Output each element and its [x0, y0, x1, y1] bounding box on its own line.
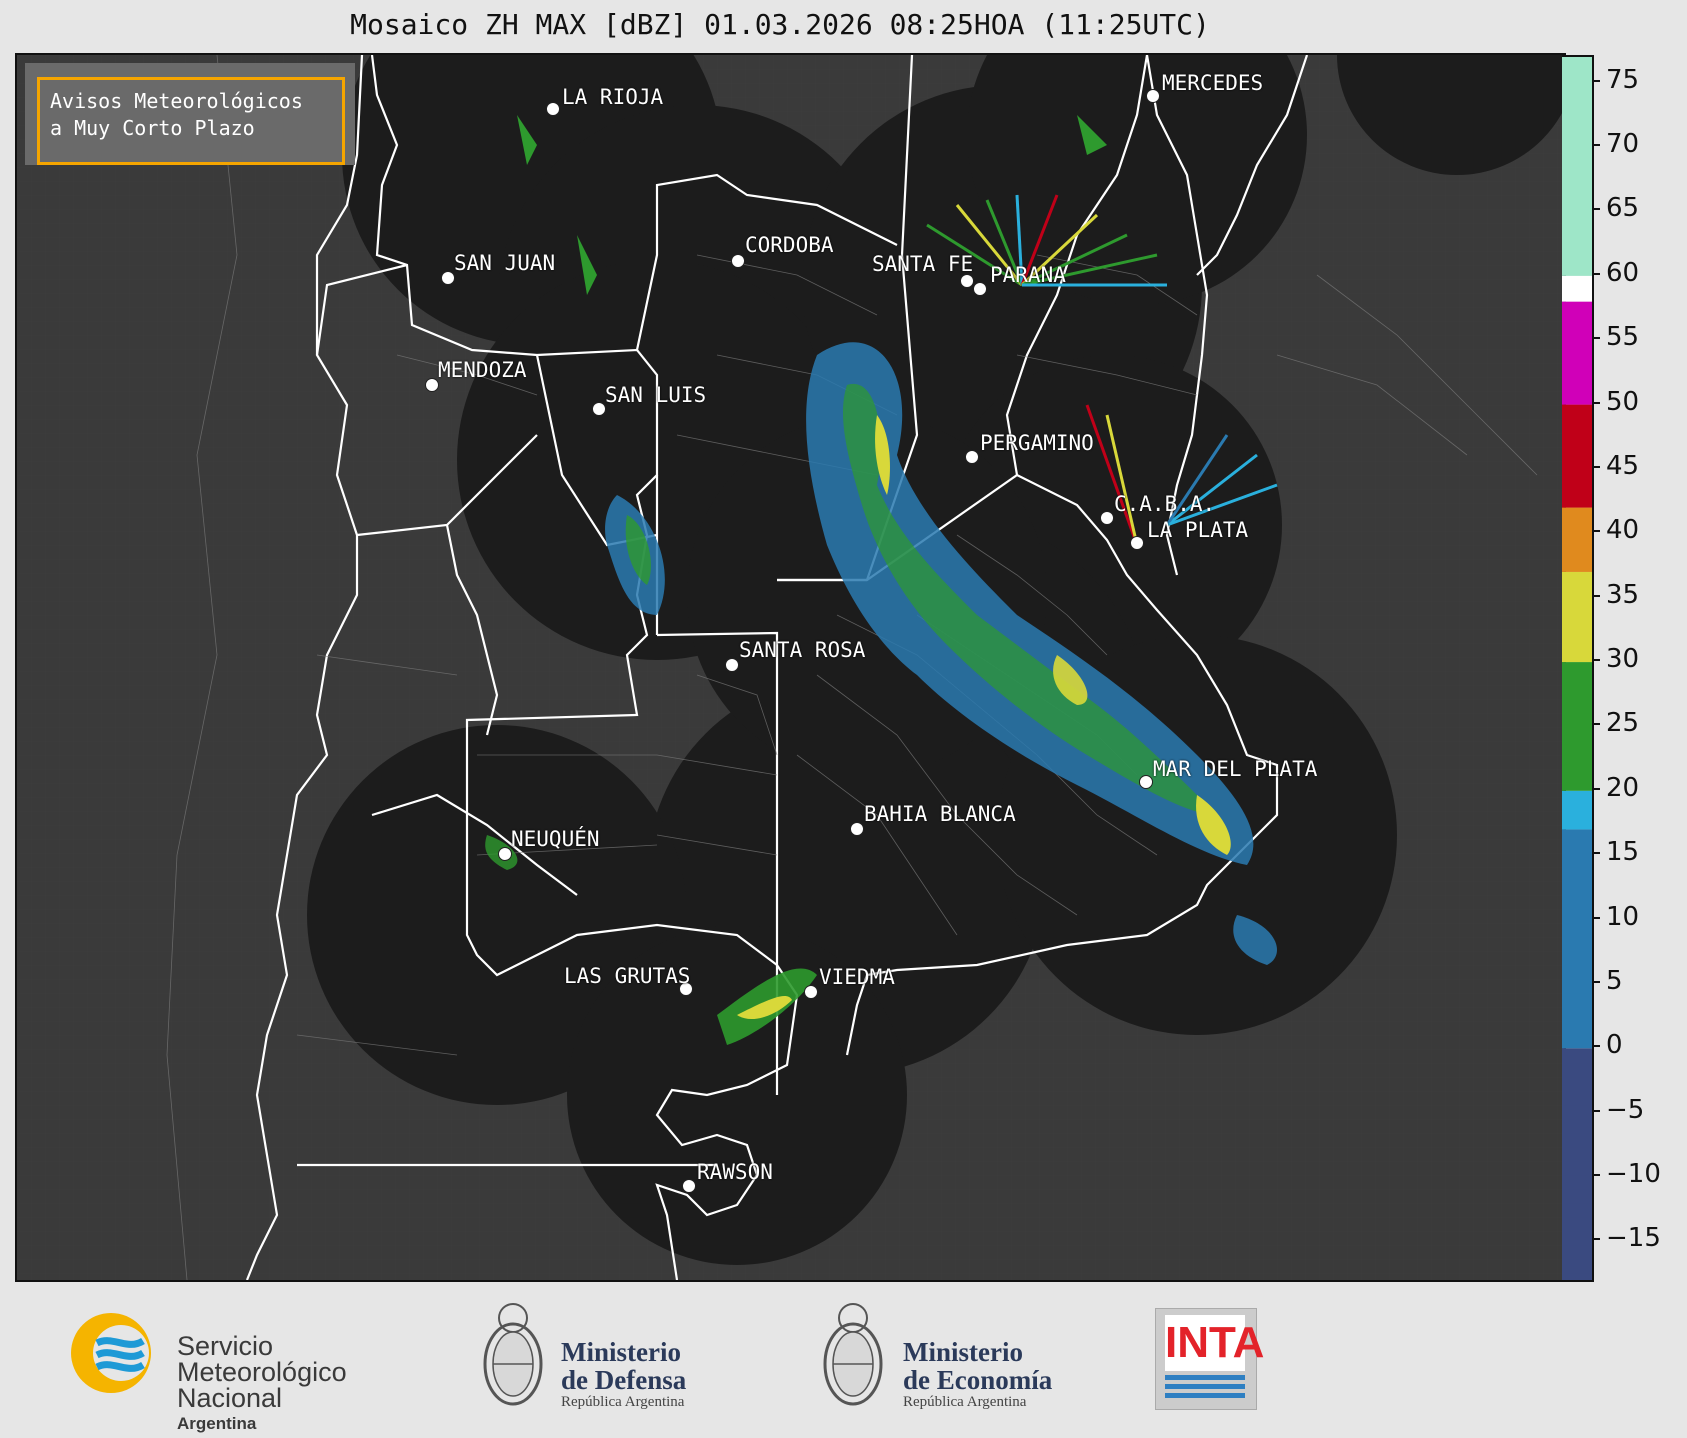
city-marker-viedma[interactable] [804, 985, 818, 999]
city-marker-san-juan[interactable] [441, 271, 455, 285]
smn-logo[interactable]: Servicio Meteorológico Nacional Argentin… [65, 1305, 365, 1433]
smn-emblem-icon [71, 1313, 151, 1393]
city-marker-la-rioja[interactable] [546, 102, 560, 116]
city-marker-san-luis[interactable] [592, 402, 606, 416]
city-label-san-luis: SAN LUIS [605, 383, 707, 407]
map-title: Mosaico ZH MAX [dBZ] 01.03.2026 08:25HOA… [350, 8, 1210, 41]
defensa-logo[interactable]: Ministerio de Defensa República Argentin… [478, 1296, 738, 1416]
colorbar-tick-label: 65 [1591, 193, 1639, 223]
colorbar-segment [1562, 1048, 1592, 1280]
colorbar-segment [1562, 662, 1592, 791]
colorbar-tick-label: 70 [1591, 129, 1639, 159]
colorbar-tick-label: −10 [1592, 1159, 1661, 1189]
colorbar-tick-label: 55 [1591, 322, 1639, 352]
colorbar-tick-label: 50 [1591, 387, 1639, 417]
city-marker-pergamino[interactable] [965, 450, 979, 464]
colorbar-tick-label: 15 [1591, 837, 1639, 867]
city-marker-neuquen[interactable] [498, 847, 512, 861]
defensa-name: Ministerio de Defensa República Argentin… [561, 1337, 687, 1410]
city-marker-parana[interactable] [973, 282, 987, 296]
colorbar-segment [1562, 507, 1592, 572]
inta-wordmark: INTA [1165, 1315, 1264, 1371]
colorbar-tick-label: −5 [1591, 1095, 1644, 1125]
footer-logos: Servicio Meteorológico Nacional Argentin… [0, 1280, 1687, 1438]
city-label-cordoba: CORDOBA [745, 233, 834, 257]
inta-stripe [1165, 1393, 1245, 1398]
colorbar-tick-label: 10 [1591, 902, 1639, 932]
colorbar-tick-label: 20 [1591, 773, 1639, 803]
city-marker-mar-del-plata[interactable] [1139, 775, 1153, 789]
city-marker-caba[interactable] [1100, 511, 1114, 525]
city-label-bahia-blanca: BAHIA BLANCA [864, 802, 1016, 826]
colorbar [1562, 55, 1594, 1282]
coat-of-arms-icon [823, 1303, 883, 1406]
colorbar-tick-label: 30 [1591, 644, 1639, 674]
colorbar-tick-label: 0 [1592, 1030, 1623, 1060]
city-label-la-plata: LA PLATA [1147, 518, 1249, 542]
colorbar-tick-label: 45 [1591, 451, 1639, 481]
colorbar-tick-label: 25 [1591, 708, 1639, 738]
city-marker-santa-fe[interactable] [960, 274, 974, 288]
colorbar-segment [1562, 404, 1592, 508]
city-label-pergamino: PERGAMINO [980, 431, 1094, 455]
colorbar-segment [1562, 829, 1592, 1049]
colorbar-tick-label: 40 [1591, 515, 1639, 545]
inta-logo[interactable]: INTA [1155, 1308, 1264, 1410]
city-marker-rawson[interactable] [682, 1179, 696, 1193]
economia-logo[interactable]: Ministerio de Economía República Argenti… [818, 1296, 1078, 1416]
colorbar-segment [1562, 275, 1592, 302]
city-marker-la-plata[interactable] [1130, 536, 1144, 550]
colorbar-segment [1562, 790, 1592, 830]
city-label-mendoza: MENDOZA [438, 358, 527, 382]
city-label-mercedes: MERCEDES [1162, 71, 1264, 95]
coat-of-arms-icon [483, 1303, 543, 1406]
colorbar-segment [1562, 57, 1592, 276]
colorbar-tick-label: 35 [1591, 580, 1639, 610]
city-label-neuquen: NEUQUÉN [511, 827, 600, 851]
colorbar-scale [1562, 57, 1592, 1280]
city-label-viedma: VIEDMA [819, 965, 895, 989]
city-marker-bahia-blanca[interactable] [850, 822, 864, 836]
city-label-santa-fe: SANTA FE [872, 252, 974, 276]
colorbar-tick-label: 75 [1591, 65, 1639, 95]
city-label-san-juan: SAN JUAN [454, 251, 556, 275]
city-label-caba: C.A.B.A. [1114, 492, 1216, 516]
city-label-las-grutas: LAS GRUTAS [564, 964, 691, 988]
colorbar-segment [1562, 301, 1592, 405]
radar-map[interactable]: Avisos Meteorológicos a Muy Corto Plazo … [15, 53, 1566, 1282]
smn-name: Servicio Meteorológico Nacional Argentin… [177, 1331, 347, 1434]
city-label-la-rioja: LA RIOJA [562, 85, 664, 109]
avisos-label[interactable]: Avisos Meteorológicos a Muy Corto Plazo [37, 77, 345, 165]
city-marker-mendoza[interactable] [425, 378, 439, 392]
city-marker-mercedes[interactable] [1146, 89, 1160, 103]
city-label-mar-del-plata: MAR DEL PLATA [1153, 757, 1318, 781]
colorbar-tick-label: 60 [1591, 258, 1639, 288]
city-label-parana: PARANA [990, 263, 1066, 287]
city-marker-santa-rosa[interactable] [725, 658, 739, 672]
avisos-box[interactable]: Avisos Meteorológicos a Muy Corto Plazo [25, 63, 355, 165]
city-marker-cordoba[interactable] [731, 254, 745, 268]
inta-stripe [1165, 1384, 1245, 1389]
inta-stripe [1165, 1375, 1245, 1380]
colorbar-segment [1562, 571, 1592, 663]
city-label-santa-rosa: SANTA ROSA [739, 638, 866, 662]
colorbar-ticks: 75 70 65 60 55 50 45 40 35 30 25 20 15 10 5 0 −5 −10 −15 [1591, 55, 1684, 1278]
economia-name: Ministerio de Economía República Argenti… [903, 1337, 1053, 1410]
colorbar-tick-label: −15 [1592, 1223, 1661, 1253]
city-label-rawson: RAWSON [697, 1160, 773, 1184]
colorbar-tick-label: 5 [1592, 966, 1623, 996]
